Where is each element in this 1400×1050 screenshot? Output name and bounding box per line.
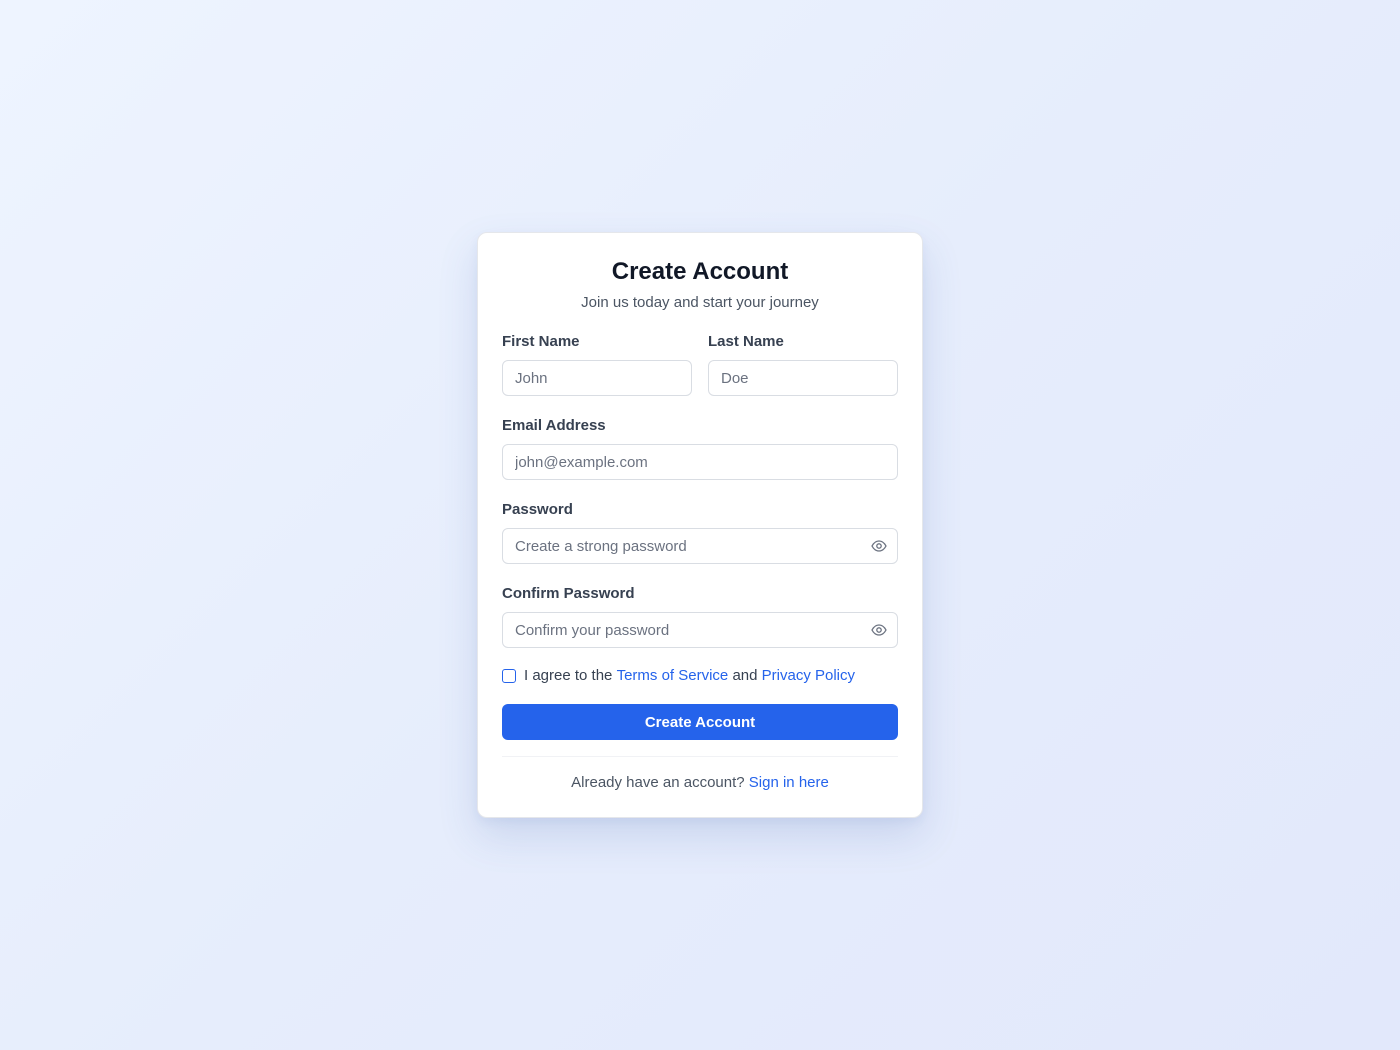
create-account-button[interactable]: Create Account: [502, 704, 898, 740]
password-input[interactable]: [502, 528, 898, 564]
page-subtitle: Join us today and start your journey: [581, 294, 819, 311]
signup-card: Create Account Join us today and start y…: [477, 232, 923, 818]
confirm-password-input[interactable]: [502, 612, 898, 648]
last-name-group: Last Name: [708, 332, 898, 396]
signin-prompt-text: Already have an account?: [571, 774, 745, 791]
password-group: Password: [502, 500, 898, 564]
eye-icon[interactable]: [871, 623, 887, 637]
first-name-group: First Name: [502, 332, 692, 396]
email-input[interactable]: [502, 444, 898, 480]
signin-prompt: Already have an account? Sign in here: [502, 773, 898, 793]
email-label: Email Address: [502, 417, 606, 434]
agree-joiner-text: and: [732, 667, 758, 684]
first-name-input[interactable]: [502, 360, 692, 396]
name-row: First Name Last Name: [502, 332, 898, 396]
confirm-password-label: Confirm Password: [502, 585, 635, 602]
divider: [502, 756, 898, 757]
terms-agreement: I agree to the Terms of Service and Priv…: [502, 666, 898, 686]
last-name-label: Last Name: [708, 333, 784, 350]
eye-icon[interactable]: [871, 539, 887, 553]
last-name-wrapper: [708, 360, 898, 396]
password-label: Password: [502, 501, 573, 518]
terms-checkbox[interactable]: [502, 669, 516, 683]
terms-of-service-link[interactable]: Terms of Service: [617, 666, 729, 686]
confirm-password-group: Confirm Password: [502, 584, 898, 648]
privacy-policy-link[interactable]: Privacy Policy: [762, 666, 855, 686]
email-group: Email Address: [502, 416, 898, 480]
last-name-input[interactable]: [708, 360, 898, 396]
sign-in-link[interactable]: Sign in here: [749, 774, 829, 791]
confirm-password-wrapper: [502, 612, 898, 648]
password-wrapper: [502, 528, 898, 564]
first-name-wrapper: [502, 360, 692, 396]
page-title: Create Account: [611, 258, 789, 285]
email-wrapper: [502, 444, 898, 480]
agree-prefix-text: I agree to the: [524, 667, 613, 684]
first-name-label: First Name: [502, 333, 580, 350]
